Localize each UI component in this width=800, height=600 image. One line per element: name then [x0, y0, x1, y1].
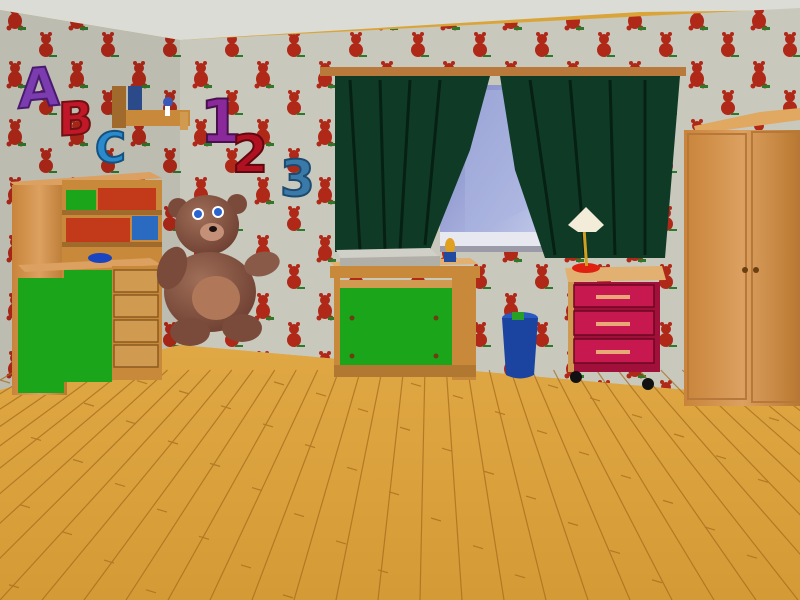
- letter-b: B: [58, 91, 93, 147]
- curtain-rod: [320, 67, 686, 76]
- bookcase: [10, 172, 162, 395]
- nightstand: [565, 266, 666, 390]
- number-3: 3: [280, 150, 315, 208]
- letter-a: A: [18, 55, 60, 122]
- number-2: 2: [232, 125, 268, 185]
- trash-bin: [502, 312, 538, 379]
- wardrobe: [684, 108, 800, 406]
- changing-table: [330, 238, 480, 380]
- nursery-scene: A B C 1 2 3: [0, 0, 800, 600]
- letter-c: C: [95, 122, 126, 173]
